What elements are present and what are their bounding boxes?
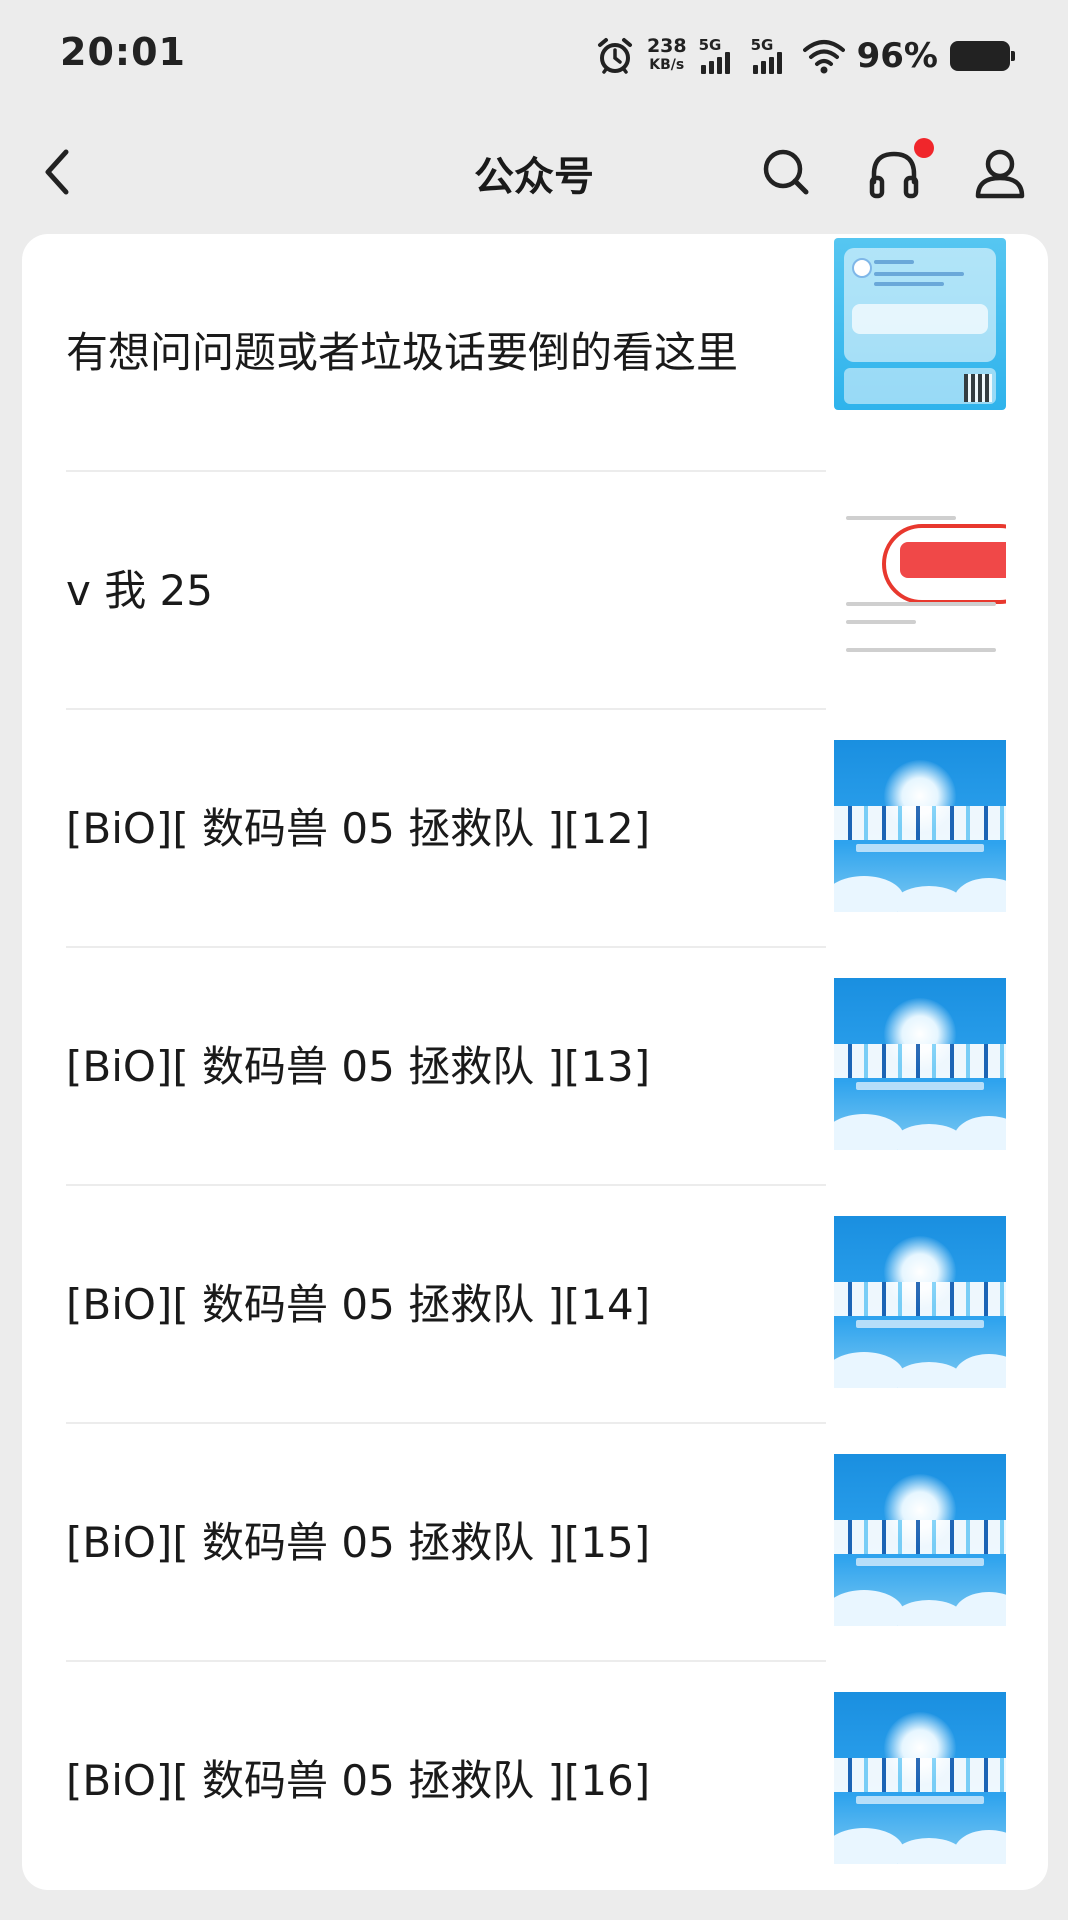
article-title: [BiO][ 数码兽 05 拯救队 ][12] [66, 804, 651, 853]
article-title: [BiO][ 数码兽 05 拯救队 ][15] [66, 1518, 651, 1567]
wifi-icon [802, 40, 845, 74]
article-title: 有想问问题或者垃圾话要倒的看这里 [66, 328, 739, 377]
article-thumbnail [834, 978, 1006, 1150]
back-button[interactable] [30, 140, 94, 204]
person-icon [975, 149, 1025, 199]
network-speed-unit: KB/s [649, 57, 685, 73]
article-thumbnail [834, 740, 1006, 912]
search-icon [763, 149, 809, 195]
article-thumbnail [834, 1692, 1006, 1864]
signal-icon-sim2: 5G [751, 36, 791, 76]
article-thumbnail [834, 1454, 1006, 1626]
status-icons: 238 KB/s 5G 5G 96% [595, 28, 1015, 84]
network-speed: 238 KB/s [647, 37, 687, 75]
alarm-icon [597, 38, 632, 74]
signal-icon-sim1: 5G [699, 36, 739, 76]
nav-bar: 公众号 [0, 112, 1068, 232]
list-item[interactable]: 有想问问题或者垃圾话要倒的看这里 [22, 234, 1048, 472]
status-bar: 20:01 238 KB/s 5G 5G 96% [0, 0, 1068, 112]
list-item[interactable]: [BiO][ 数码兽 05 拯救队 ][13] [22, 948, 1048, 1186]
back-arrow-icon [45, 149, 69, 195]
network-speed-value: 238 [646, 35, 687, 57]
article-title: [BiO][ 数码兽 05 拯救队 ][13] [66, 1042, 651, 1091]
article-thumbnail [834, 502, 1006, 674]
list-item[interactable]: [BiO][ 数码兽 05 拯救队 ][15] [22, 1424, 1048, 1662]
battery-percent: 96% [856, 36, 938, 76]
article-thumbnail [834, 1216, 1006, 1388]
article-title: v 我 25 [66, 566, 214, 615]
article-thumbnail [834, 238, 1006, 410]
battery-icon [950, 41, 1015, 71]
list-item[interactable]: v 我 25 [22, 472, 1048, 710]
list-item[interactable]: [BiO][ 数码兽 05 拯救队 ][16] [22, 1662, 1048, 1890]
article-title: [BiO][ 数码兽 05 拯救队 ][16] [66, 1756, 651, 1805]
profile-button[interactable] [968, 142, 1032, 206]
notification-dot [914, 138, 934, 158]
search-button[interactable] [756, 142, 816, 202]
status-time: 20:01 [60, 30, 186, 74]
list-item[interactable]: [BiO][ 数码兽 05 拯救队 ][14] [22, 1186, 1048, 1424]
list-item[interactable]: [BiO][ 数码兽 05 拯救队 ][12] [22, 710, 1048, 948]
article-list: 有想问问题或者垃圾话要倒的看这里 v 我 25 [BiO][ 数码兽 05 拯救… [22, 234, 1048, 1890]
article-title: [BiO][ 数码兽 05 拯救队 ][14] [66, 1280, 651, 1329]
